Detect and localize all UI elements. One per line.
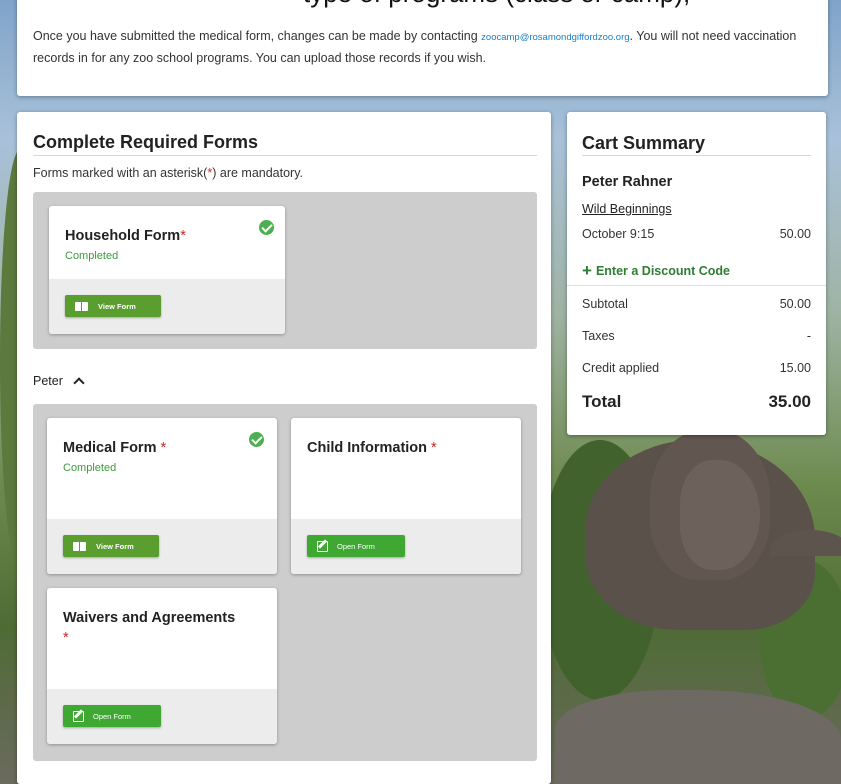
total-row: Total 35.00 <box>582 392 811 412</box>
notice-text-start: Once you have submitted the medical form… <box>33 29 482 43</box>
forms-title: Complete Required Forms <box>33 132 259 152</box>
medical-form-title: Medical Form * <box>63 438 166 458</box>
waivers-title: Waivers and Agreements * <box>63 608 235 648</box>
participant-forms-group: Medical Form * Completed View Form Child… <box>33 404 537 761</box>
credit-value: 15.00 <box>779 361 811 375</box>
mandatory-note-end: ) are mandatory. <box>212 166 304 180</box>
total-label: Total <box>582 392 622 411</box>
waivers-title-text: Waivers and Agreements <box>63 610 236 626</box>
subtotal-row: Subtotal 50.00 <box>582 297 811 311</box>
notice-panel: type of programs (class or camp), Once y… <box>17 0 828 96</box>
child-information-open-form-label: Open Form <box>337 541 375 551</box>
book-icon <box>75 301 88 311</box>
medical-form-card: Medical Form * Completed View Form <box>47 418 277 574</box>
taxes-label: Taxes <box>582 329 615 343</box>
edit-icon <box>73 710 84 722</box>
required-asterisk: * <box>431 440 437 456</box>
subtotal-value: 50.00 <box>779 297 811 311</box>
program-link[interactable]: Wild Beginnings <box>582 202 672 216</box>
waivers-open-form-label: Open Form <box>93 711 131 721</box>
plus-icon: + <box>582 261 592 280</box>
title-divider <box>33 155 537 156</box>
total-value: 35.00 <box>768 392 811 411</box>
partial-heading: type of programs (class or camp), <box>303 0 690 9</box>
participant-toggle[interactable]: Peter <box>33 374 85 389</box>
medical-view-form-label: View Form <box>96 541 134 551</box>
notice-text: Once you have submitted the medical form… <box>33 26 818 68</box>
waivers-open-form-button[interactable]: Open Form <box>63 705 161 727</box>
book-icon <box>73 541 86 551</box>
edit-icon <box>317 540 328 552</box>
taxes-value: - <box>806 329 811 343</box>
card-footer: View Form <box>47 519 277 574</box>
child-information-open-form-button[interactable]: Open Form <box>307 535 405 557</box>
household-view-form-button[interactable]: View Form <box>65 295 161 317</box>
required-asterisk: * <box>160 440 167 456</box>
discount-code-label: Enter a Discount Code <box>595 264 730 278</box>
elephant-ear <box>680 460 760 570</box>
check-circle-icon <box>249 432 264 447</box>
required-asterisk: * <box>63 630 69 646</box>
card-footer: View Form <box>49 279 285 334</box>
waivers-card: Waivers and Agreements * Open Form <box>47 588 277 744</box>
contact-email-link[interactable]: zoocamp@rosamondgiffordzoo.org <box>481 32 629 43</box>
taxes-row: Taxes - <box>582 329 811 343</box>
household-form-title: Household Form* <box>65 226 186 246</box>
credit-row: Credit applied 15.00 <box>582 361 811 375</box>
required-asterisk: * <box>180 228 186 244</box>
subtotal-label: Subtotal <box>582 297 628 311</box>
session-label: October 9:15 <box>582 227 655 241</box>
check-circle-icon <box>259 220 274 235</box>
discount-code-button[interactable]: + Enter a Discount Code <box>582 260 730 280</box>
participant-name: Peter <box>33 374 63 388</box>
household-view-form-label: View Form <box>98 301 136 311</box>
elephant-trunk <box>770 530 841 570</box>
medical-form-status: Completed <box>63 462 117 474</box>
child-information-title: Child Information * <box>307 438 437 458</box>
cart-summary-panel: Cart Summary Peter Rahner Wild Beginning… <box>567 112 826 435</box>
cart-row-divider <box>567 285 826 286</box>
cart-title: Cart Summary <box>582 133 706 153</box>
card-footer: Open Form <box>291 519 521 574</box>
child-information-card: Child Information * Open Form <box>291 418 521 574</box>
mandatory-note-start: Forms marked with an asterisk( <box>33 166 208 180</box>
card-footer: Open Form <box>47 689 277 744</box>
household-forms-group: Household Form* Completed View Form <box>33 192 537 349</box>
mandatory-note: Forms marked with an asterisk(*) are man… <box>33 166 303 180</box>
cart-divider <box>582 155 811 156</box>
chevron-up-icon <box>73 377 85 389</box>
household-form-title-text: Household Form <box>65 228 181 244</box>
medical-view-form-button[interactable]: View Form <box>63 535 159 557</box>
medical-form-title-text: Medical Form <box>63 440 161 456</box>
session-row: October 9:15 50.00 <box>582 227 811 241</box>
credit-label: Credit applied <box>582 361 660 375</box>
household-form-status: Completed <box>65 250 119 262</box>
required-forms-panel: Complete Required Forms Forms marked wit… <box>17 112 551 784</box>
participant-full-name: Peter Rahner <box>582 174 673 190</box>
household-form-card: Household Form* Completed View Form <box>49 206 285 334</box>
child-information-title-text: Child Information <box>307 440 432 456</box>
session-price: 50.00 <box>779 227 811 241</box>
rock <box>555 690 841 784</box>
